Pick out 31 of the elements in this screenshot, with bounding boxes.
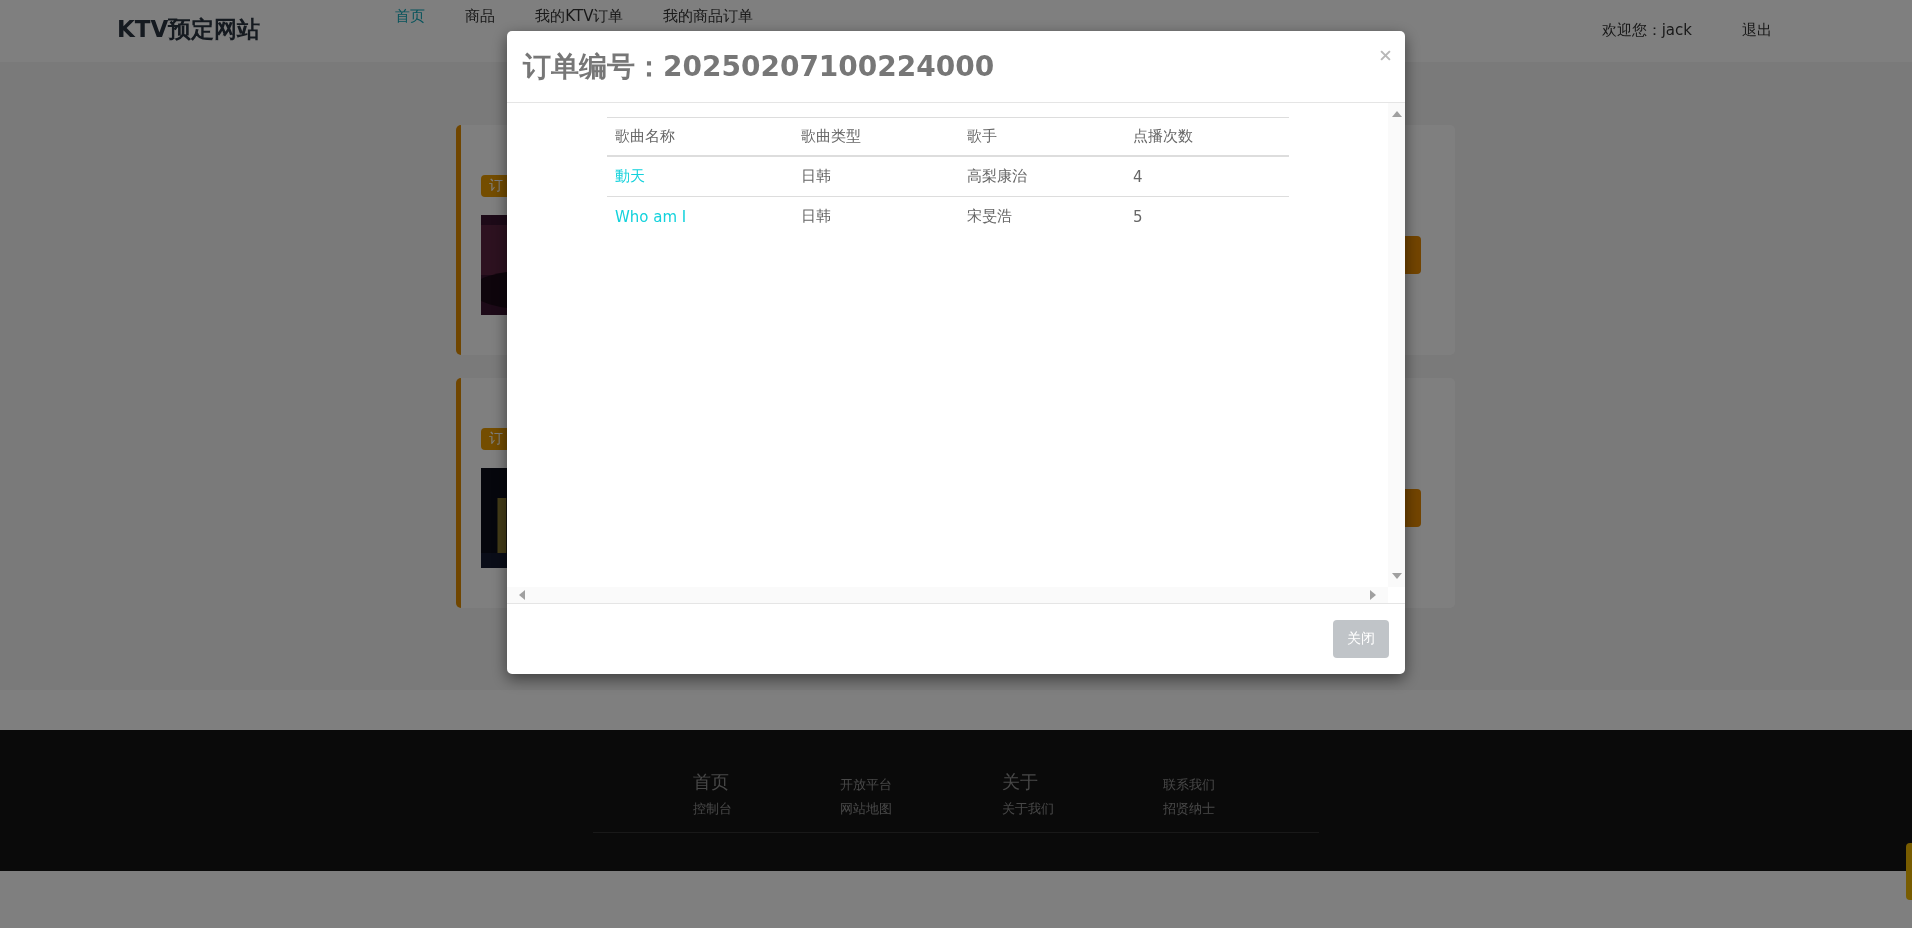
close-icon[interactable]: [1380, 50, 1391, 61]
scroll-left-icon[interactable]: [519, 590, 525, 600]
song-link[interactable]: Who am I: [615, 207, 687, 226]
logout-link[interactable]: 退出: [1742, 14, 1772, 40]
table-cell: 高梨康治: [959, 156, 1125, 197]
nav-link[interactable]: 我的商品订单: [663, 7, 754, 26]
song-link[interactable]: 動天: [615, 167, 645, 185]
footer-link[interactable]: 开放平台: [840, 776, 1002, 794]
nav-link[interactable]: 首页: [395, 7, 426, 26]
footer-link[interactable]: 关于: [1002, 770, 1163, 794]
site-logo[interactable]: KTV预定网站: [117, 14, 261, 45]
footer-link[interactable]: 招贤纳士: [1163, 800, 1283, 818]
scroll-right-icon[interactable]: [1370, 590, 1376, 600]
column-header: 歌曲类型: [793, 117, 959, 156]
footer-link[interactable]: 首页: [693, 770, 840, 794]
close-button[interactable]: 关闭: [1333, 620, 1389, 658]
table-cell: 5: [1125, 196, 1289, 236]
scroll-down-icon[interactable]: [1391, 573, 1402, 579]
column-header: 歌手: [959, 117, 1125, 156]
welcome-text: 欢迎您：jack: [1601, 20, 1692, 40]
scroll-up-icon[interactable]: [1391, 111, 1402, 117]
footer-link[interactable]: 网站地图: [840, 800, 1002, 818]
nav-link[interactable]: 我的KTV订单: [535, 7, 624, 26]
column-header: 歌曲名称: [607, 117, 793, 156]
column-header: 点播次数: [1125, 117, 1289, 156]
table-cell: 日韩: [793, 156, 959, 197]
table-cell: 4: [1125, 156, 1289, 197]
table-cell: 日韩: [793, 196, 959, 236]
dialog-title: 订单编号：20250207100224000: [523, 48, 995, 85]
table-cell: 宋旻浩: [959, 196, 1125, 236]
nav-link[interactable]: 商品: [465, 7, 496, 26]
